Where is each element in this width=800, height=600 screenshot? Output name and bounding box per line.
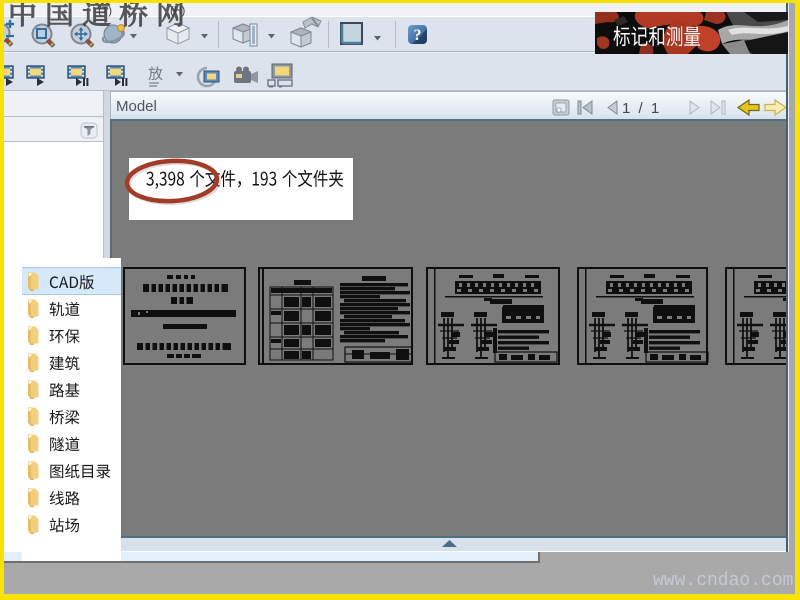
svg-text:www.cndao.com: www.cndao.com (653, 571, 793, 591)
svg-text:(H): (H) (170, 5, 185, 17)
svg-text:(T): (T) (98, 5, 112, 17)
svg-text:1 / 1: 1 / 1 (622, 100, 661, 117)
svg-text:Model: Model (116, 98, 157, 115)
svg-text:?: ? (414, 27, 422, 44)
